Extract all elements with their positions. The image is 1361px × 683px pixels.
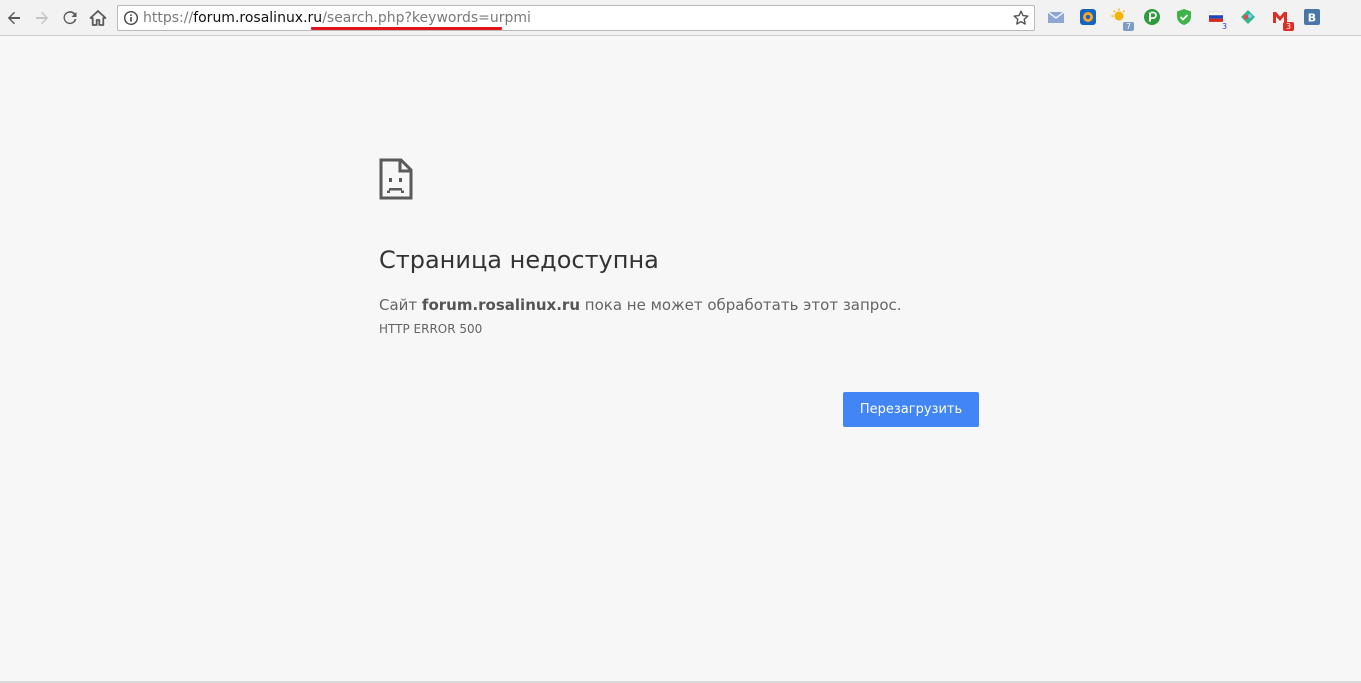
forward-button[interactable] bbox=[30, 6, 54, 30]
vk-icon: B bbox=[1304, 9, 1320, 25]
flag-badge: 3 bbox=[1221, 22, 1228, 31]
reload-button[interactable]: Перезагрузить bbox=[843, 392, 979, 427]
bookmark-star-icon[interactable] bbox=[1012, 9, 1030, 27]
url-path: /search.php?keywords=urpmi bbox=[322, 10, 531, 26]
error-description: Сайт forum.rosalinux.ru пока не может об… bbox=[379, 296, 902, 314]
back-button[interactable] bbox=[2, 6, 26, 30]
sad-page-icon bbox=[379, 158, 413, 200]
url-path-underline bbox=[311, 27, 502, 30]
mail-extension-button[interactable] bbox=[1047, 8, 1065, 26]
puzzle-icon bbox=[1241, 10, 1255, 24]
url-host: forum.rosalinux.ru bbox=[193, 10, 323, 26]
pocket-extension-button[interactable] bbox=[1143, 8, 1161, 26]
desc-host: forum.rosalinux.ru bbox=[421, 296, 581, 314]
svg-text:B: B bbox=[1308, 12, 1316, 25]
gmail-extension-button[interactable]: 3 bbox=[1271, 8, 1294, 31]
reload-icon bbox=[63, 11, 77, 25]
agent-extension-button[interactable] bbox=[1079, 8, 1097, 26]
url-text[interactable]: https://forum.rosalinux.ru/search.php?ke… bbox=[143, 10, 531, 27]
shield-extension-button[interactable] bbox=[1175, 8, 1193, 26]
vk-extension-button[interactable]: B bbox=[1303, 8, 1321, 26]
address-bar[interactable]: https://forum.rosalinux.ru/search.php?ke… bbox=[117, 5, 1035, 31]
mail-icon bbox=[1047, 11, 1065, 23]
gmail-badge: 3 bbox=[1283, 22, 1294, 31]
info-icon[interactable] bbox=[123, 10, 139, 26]
desc-suffix: пока не может обработать этот запрос. bbox=[580, 296, 902, 314]
reload-toolbar-button[interactable] bbox=[58, 6, 82, 30]
forward-arrow-icon bbox=[36, 11, 49, 25]
browser-toolbar: https://forum.rosalinux.ru/search.php?ke… bbox=[0, 0, 1361, 36]
page-title: Страница недоступна bbox=[379, 246, 659, 274]
weather-badge: 7 bbox=[1123, 22, 1134, 31]
weather-extension-button[interactable]: 7 bbox=[1111, 8, 1134, 31]
shield-icon bbox=[1177, 9, 1191, 25]
home-icon bbox=[89, 10, 107, 26]
error-code: HTTP ERROR 500 bbox=[379, 322, 483, 336]
pocket-icon bbox=[1144, 9, 1160, 25]
puzzle-extension-button[interactable] bbox=[1239, 8, 1257, 26]
home-button[interactable] bbox=[86, 6, 110, 30]
desc-prefix: Сайт bbox=[379, 296, 422, 314]
url-scheme: https:// bbox=[143, 10, 194, 26]
back-arrow-icon bbox=[7, 11, 20, 25]
flag-extension-button[interactable]: 3 bbox=[1207, 8, 1227, 31]
mail-ru-agent-icon bbox=[1080, 9, 1096, 25]
